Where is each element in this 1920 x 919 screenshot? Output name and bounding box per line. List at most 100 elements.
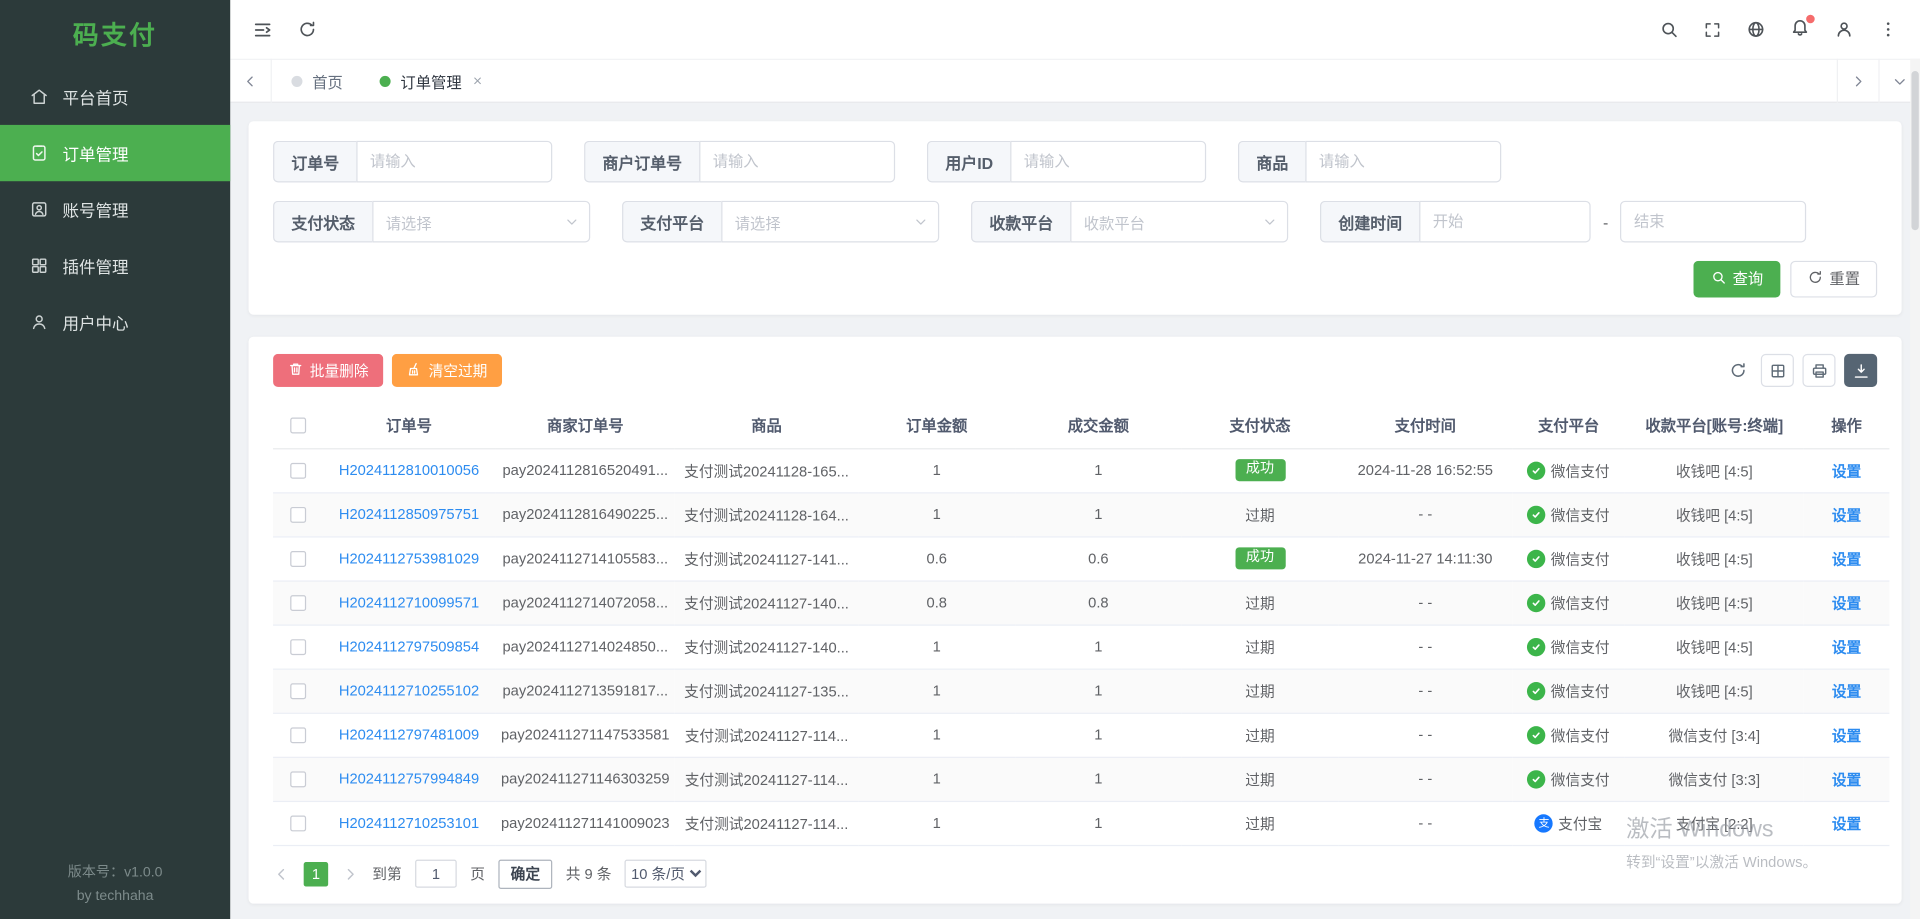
settings-link[interactable]: 设置 xyxy=(1832,506,1861,523)
scrollbar-thumb[interactable] xyxy=(1911,71,1918,230)
row-checkbox[interactable] xyxy=(290,507,306,523)
row-checkbox[interactable] xyxy=(290,683,306,699)
order-no-link[interactable]: H2024112810010056 xyxy=(339,462,479,479)
settings-link[interactable]: 设置 xyxy=(1832,815,1861,832)
plugin-icon xyxy=(29,256,49,276)
refresh-icon xyxy=(1728,361,1746,379)
filter-user-id-input[interactable] xyxy=(1010,141,1206,183)
order-no-link[interactable]: H2024112850975751 xyxy=(339,506,479,523)
order-no-link[interactable]: H2024112710253101 xyxy=(339,814,479,831)
reset-button[interactable]: 重置 xyxy=(1790,261,1877,298)
column-settings-button[interactable] xyxy=(1761,354,1794,387)
settings-link[interactable]: 设置 xyxy=(1832,639,1861,656)
date-end-input[interactable] xyxy=(1621,201,1807,243)
settings-link[interactable]: 设置 xyxy=(1832,727,1861,744)
select-all-checkbox[interactable] xyxy=(290,417,306,433)
filter-pay-status-select[interactable]: 请选择 xyxy=(372,201,590,243)
print-button[interactable] xyxy=(1802,354,1835,387)
column-header-0: 订单号 xyxy=(322,402,496,449)
column-header-7: 支付平台 xyxy=(1512,402,1625,449)
tab-label: 订单管理 xyxy=(400,69,461,92)
row-checkbox[interactable] xyxy=(290,551,306,567)
filter-label: 商户订单号 xyxy=(584,141,699,183)
order-no-link[interactable]: H2024112710255102 xyxy=(339,682,479,699)
filter-label: 商品 xyxy=(1238,141,1305,183)
settings-link[interactable]: 设置 xyxy=(1832,771,1861,788)
scroll-tabs-left-button[interactable] xyxy=(230,59,272,103)
tab-1[interactable]: 订单管理 xyxy=(380,59,484,103)
broom-icon xyxy=(407,361,423,379)
current-page-button[interactable]: 1 xyxy=(304,861,328,885)
row-checkbox[interactable] xyxy=(290,595,306,611)
refresh-icon xyxy=(298,20,318,40)
pay-platform-cell: 支支付宝 xyxy=(1512,801,1625,845)
clear-expired-button[interactable]: 清空过期 xyxy=(392,354,502,387)
order-no-link[interactable]: H2024112757994849 xyxy=(339,770,479,787)
next-page-button[interactable] xyxy=(342,865,359,882)
paid-amount: 1 xyxy=(1015,801,1182,845)
order-no-link[interactable]: H2024112753981029 xyxy=(339,550,479,567)
goto-page-input[interactable] xyxy=(415,860,457,888)
row-checkbox[interactable] xyxy=(290,639,306,655)
language-button[interactable] xyxy=(1746,20,1766,40)
check-icon xyxy=(1531,773,1542,784)
sidebar-item-orders[interactable]: 订单管理 xyxy=(0,125,230,181)
chevron-down-icon xyxy=(565,214,580,229)
collapse-menu-button[interactable] xyxy=(252,19,273,40)
row-checkbox[interactable] xyxy=(290,772,306,788)
prev-page-button[interactable] xyxy=(273,865,290,882)
filter-pay-platform-select[interactable]: 请选择 xyxy=(721,201,939,243)
refresh-page-button[interactable] xyxy=(298,20,318,40)
row-checkbox[interactable] xyxy=(290,463,306,479)
order-no-link[interactable]: H2024112797509854 xyxy=(339,638,479,655)
merchant-order-no: pay2024112713591817... xyxy=(496,669,675,713)
chevron-left-icon xyxy=(242,73,258,89)
row-checkbox[interactable] xyxy=(290,816,306,832)
pay-status-cell: 成功 xyxy=(1182,536,1339,580)
settings-link[interactable]: 设置 xyxy=(1832,594,1861,611)
user-menu-button[interactable] xyxy=(1834,20,1854,40)
collapse-icon xyxy=(252,19,273,40)
query-button[interactable]: 查询 xyxy=(1693,261,1780,298)
date-start-input[interactable] xyxy=(1419,201,1590,243)
fullscreen-button[interactable] xyxy=(1703,20,1721,38)
filter-merchant-order-no-input[interactable] xyxy=(699,141,895,183)
batch-delete-label: 批量删除 xyxy=(310,363,369,378)
settings-link[interactable]: 设置 xyxy=(1832,683,1861,700)
batch-delete-button[interactable]: 批量删除 xyxy=(273,354,383,387)
tab-status-dot xyxy=(380,75,391,86)
export-button[interactable] xyxy=(1844,354,1877,387)
sidebar-item-home[interactable]: 平台首页 xyxy=(0,69,230,125)
sidebar-item-label: 平台首页 xyxy=(62,84,128,108)
tab-0[interactable]: 首页 xyxy=(291,59,342,103)
filter-receive-platform-select[interactable]: 收款平台 xyxy=(1070,201,1288,243)
pay-time: - - xyxy=(1338,492,1512,536)
scrollbar[interactable] xyxy=(1910,59,1920,919)
paid-amount: 1 xyxy=(1015,624,1182,668)
row-checkbox[interactable] xyxy=(290,728,306,744)
settings-link[interactable]: 设置 xyxy=(1832,550,1861,567)
wechat-pay-icon xyxy=(1528,505,1546,523)
table-row: H2024112710253101pay202411271141009023支付… xyxy=(273,801,1889,845)
filter-order-no-input[interactable] xyxy=(356,141,552,183)
query-label: 查询 xyxy=(1733,272,1764,287)
sidebar-item-plugins[interactable]: 插件管理 xyxy=(0,238,230,294)
merchant-order-no: pay2024112714105583... xyxy=(496,536,675,580)
confirm-page-button[interactable]: 确定 xyxy=(498,859,552,888)
notifications-button[interactable] xyxy=(1790,17,1810,43)
more-menu-button[interactable] xyxy=(1878,20,1898,40)
search-button[interactable] xyxy=(1659,20,1679,40)
tab-close-icon[interactable] xyxy=(471,75,483,87)
order-no-link[interactable]: H2024112797481009 xyxy=(339,726,479,743)
sidebar-item-accounts[interactable]: 账号管理 xyxy=(0,181,230,237)
settings-link[interactable]: 设置 xyxy=(1832,462,1861,479)
paid-amount: 1 xyxy=(1015,757,1182,801)
refresh-table-button[interactable] xyxy=(1723,354,1752,387)
order-no-link[interactable]: H2024112710099571 xyxy=(339,594,479,611)
table-header-row: 订单号商家订单号商品订单金额成交金额支付状态支付时间支付平台收款平台[账号:终端… xyxy=(273,402,1889,449)
sidebar-item-users[interactable]: 用户中心 xyxy=(0,294,230,350)
page-size-select[interactable]: 10 条/页 xyxy=(625,860,707,888)
scroll-tabs-right-button[interactable] xyxy=(1837,59,1879,103)
filter-product-input[interactable] xyxy=(1305,141,1501,183)
platform-name: 微信支付 xyxy=(1551,636,1610,657)
